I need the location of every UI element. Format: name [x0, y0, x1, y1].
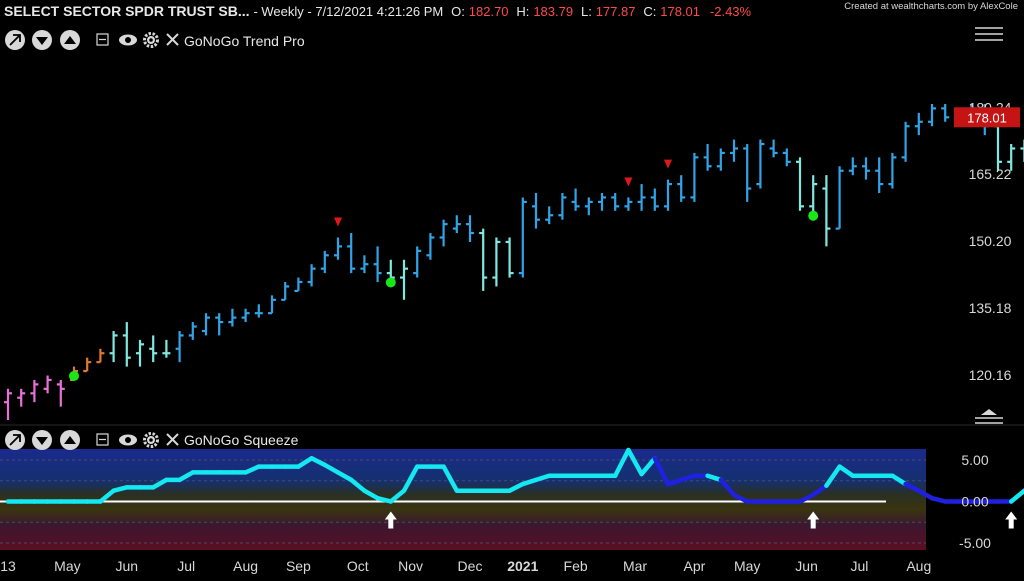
x-tick-label: May — [734, 558, 760, 574]
x-tick-label: Dec — [458, 558, 483, 574]
price-y-tick-label: 135.18 — [969, 300, 1012, 316]
x-tick-label: Mar — [623, 558, 647, 574]
squeeze-eye-icon[interactable] — [119, 434, 137, 446]
x-tick-label: Jun — [795, 558, 818, 574]
x-tick-label: Nov — [398, 558, 423, 574]
low-value: 177.87 — [596, 4, 636, 19]
squeeze-move-up-button[interactable] — [60, 430, 80, 450]
chart-svg: 120.16135.18150.20165.22180.245.000.00-5… — [0, 0, 1024, 576]
open-value: 182.70 — [469, 4, 509, 19]
x-tick-label: Jul — [850, 558, 868, 574]
go-reversal-dot — [808, 210, 819, 221]
gonogo-chart: 120.16135.18150.20165.22180.245.000.00-5… — [0, 0, 1024, 576]
squeeze-move-down-button[interactable] — [32, 430, 52, 450]
x-tick-label: 13 — [0, 558, 16, 574]
expand-button[interactable] — [5, 30, 25, 50]
change-value: -2.43% — [710, 4, 752, 19]
open-label: O: — [451, 4, 465, 19]
move-down-button[interactable] — [32, 30, 52, 50]
low-label: L: — [581, 4, 592, 19]
x-tick-label: Aug — [233, 558, 258, 574]
squeeze-indicator-label: GoNoGo Squeeze — [184, 432, 299, 448]
last-price-label: 178.01 — [967, 110, 1007, 125]
price-y-tick-label: 150.20 — [969, 233, 1012, 249]
price-y-tick-label: 165.22 — [969, 166, 1012, 182]
eye-icon[interactable] — [119, 34, 137, 46]
x-tick-label: Jun — [116, 558, 139, 574]
squeeze-y-tick-label: -5.00 — [959, 535, 991, 551]
price-indicator-label: GoNoGo Trend Pro — [184, 33, 305, 49]
squeeze-y-tick-label: 5.00 — [961, 452, 988, 468]
x-tick-label: Feb — [564, 558, 588, 574]
x-tick-label: May — [54, 558, 80, 574]
x-tick-label: 2021 — [507, 558, 538, 574]
move-up-button[interactable] — [60, 30, 80, 50]
price-y-tick-label: 120.16 — [969, 367, 1012, 383]
go-reversal-dot — [69, 370, 79, 381]
last-price-badge: 178.01 — [954, 107, 1020, 128]
go-reversal-dot — [385, 277, 396, 288]
symbol-name: SELECT SECTOR SPDR TRUST SB... — [4, 3, 250, 19]
x-tick-label: Oct — [347, 558, 369, 574]
squeeze-y-tick-label: 0.00 — [961, 493, 988, 509]
high-value: 183.79 — [533, 4, 573, 19]
high-label: H: — [516, 4, 529, 19]
x-tick-label: Aug — [906, 558, 931, 574]
close-value: 178.01 — [660, 4, 700, 19]
squeeze-expand-button[interactable] — [5, 430, 25, 450]
x-tick-label: Sep — [286, 558, 311, 574]
period-time: - Weekly - 7/12/2021 4:21:26 PM — [253, 4, 443, 19]
x-tick-label: Jul — [177, 558, 195, 574]
credit-label: Created at wealthcharts.com by AlexCole — [844, 1, 1018, 12]
x-tick-label: Apr — [684, 558, 706, 574]
close-label: C: — [643, 4, 656, 19]
